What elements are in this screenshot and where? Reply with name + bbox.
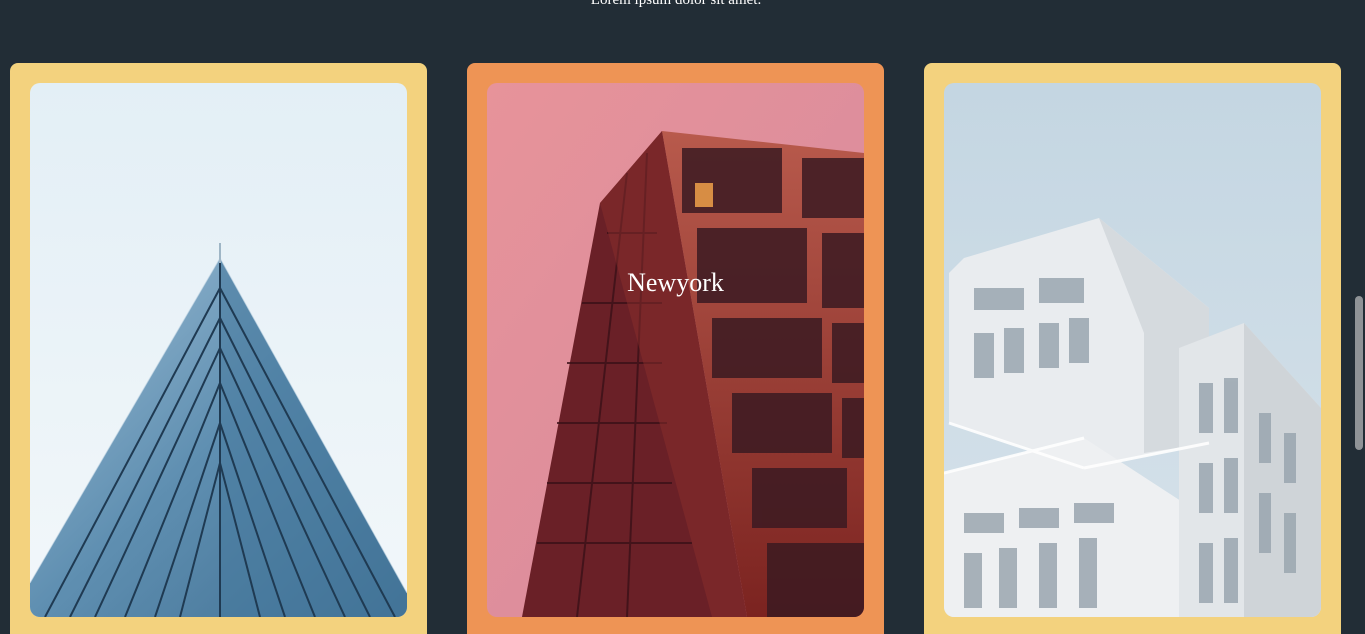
building-illustration — [30, 83, 407, 617]
city-card-3[interactable] — [924, 63, 1341, 634]
red-tower-building-image — [487, 83, 864, 617]
city-card-2[interactable]: Newyork — [467, 63, 884, 634]
glass-pyramid-building-image — [30, 83, 407, 617]
gallery-page: Lorem ipsum dolor sit amet. Newyork — [0, 0, 1365, 634]
card-title: Newyork — [627, 268, 724, 297]
building-illustration — [487, 83, 864, 617]
page-scrollbar[interactable] — [1352, 0, 1365, 634]
section-subtitle: Lorem ipsum dolor sit amet. — [590, 0, 762, 8]
white-modular-building-image — [944, 83, 1321, 617]
scrollbar-thumb[interactable] — [1355, 296, 1363, 450]
building-illustration — [944, 83, 1321, 617]
city-card-1[interactable] — [10, 63, 427, 634]
